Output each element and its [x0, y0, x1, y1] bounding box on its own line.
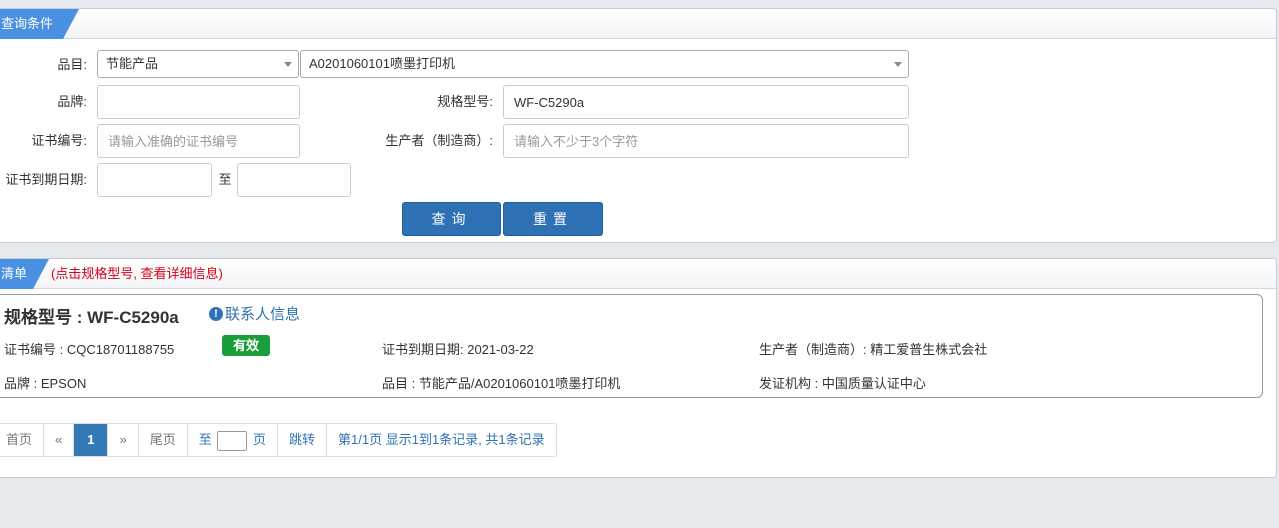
- model-label: 规格型号:: [437, 94, 493, 109]
- goto-suffix: 页: [253, 432, 267, 447]
- status-badge: 有效: [222, 335, 270, 356]
- query-panel: 查询条件 品目: 节能产品 A0201060101喷墨打印机 品牌: 规格型号:…: [0, 8, 1277, 243]
- pagination-goto: 至 页: [188, 424, 279, 456]
- result-category: 品目 : 节能产品/A0201060101喷墨打印机: [382, 376, 621, 391]
- result-cert-no: 证书编号 : CQC18701188755: [4, 342, 175, 357]
- model-input[interactable]: [503, 85, 909, 119]
- pagination-first[interactable]: 首页: [0, 424, 45, 456]
- result-issuer: 发证机构 : 中国质量认证中心: [759, 376, 926, 391]
- cert-no-label: 证书编号:: [31, 133, 87, 148]
- category-select[interactable]: 节能产品: [97, 50, 299, 78]
- info-icon: !: [209, 306, 223, 321]
- goto-page-input[interactable]: [217, 430, 248, 451]
- subcategory-select[interactable]: A0201060101喷墨打印机: [300, 50, 909, 78]
- contact-info-label: 联系人信息: [225, 306, 301, 323]
- brand-input[interactable]: [97, 85, 300, 119]
- to-label: 至: [218, 172, 232, 187]
- result-card: 规格型号 : WF-C5290a ! 联系人信息 证书编号 : CQC18701…: [0, 294, 1263, 398]
- expiry-label: 证书到期日期:: [5, 172, 87, 187]
- result-brand: 品牌 : EPSON: [4, 376, 87, 391]
- pagination-prev[interactable]: «: [44, 424, 75, 456]
- pagination-jump[interactable]: 跳转: [278, 424, 328, 456]
- expiry-end-input[interactable]: [237, 163, 351, 197]
- goto-prefix: 至: [198, 432, 212, 447]
- contact-info-link[interactable]: ! 联系人信息: [209, 303, 300, 324]
- expiry-start-input[interactable]: [97, 163, 212, 197]
- pagination-next[interactable]: »: [108, 424, 139, 456]
- category-label: 品目:: [57, 57, 87, 72]
- query-panel-tab: 查询条件: [0, 9, 79, 39]
- result-model-title[interactable]: 规格型号 : WF-C5290a: [4, 303, 179, 328]
- list-panel-header: 清单 (点击规格型号, 查看详细信息): [0, 259, 1276, 289]
- reset-button[interactable]: 重置: [503, 202, 603, 236]
- list-panel-hint: (点击规格型号, 查看详细信息): [51, 266, 223, 281]
- chevron-down-icon: [284, 62, 292, 67]
- pagination-last[interactable]: 尾页: [139, 424, 188, 456]
- result-producer: 生产者（制造商）: 精工爱普生株式会社: [759, 342, 988, 357]
- pagination-summary: 第1/1页 显示1到1条记录, 共1条记录: [338, 432, 545, 447]
- search-button[interactable]: 查询: [402, 202, 501, 236]
- pagination: 首页 « 1 » 尾页 至 页 跳转 第1/1页 显示1到1条记录, 共1条记录: [0, 423, 557, 457]
- brand-label: 品牌:: [57, 94, 87, 109]
- cert-no-input[interactable]: [97, 124, 300, 158]
- subcategory-select-value: A0201060101喷墨打印机: [309, 56, 455, 71]
- result-expiry: 证书到期日期: 2021-03-22: [382, 342, 534, 357]
- producer-label: 生产者（制造商）:: [385, 133, 493, 148]
- query-panel-header: 查询条件: [0, 9, 1276, 39]
- pagination-current[interactable]: 1: [74, 424, 109, 456]
- list-panel-tab: 清单: [0, 259, 49, 289]
- category-select-value: 节能产品: [106, 56, 159, 71]
- producer-input[interactable]: [503, 124, 909, 158]
- chevron-down-icon: [894, 62, 902, 67]
